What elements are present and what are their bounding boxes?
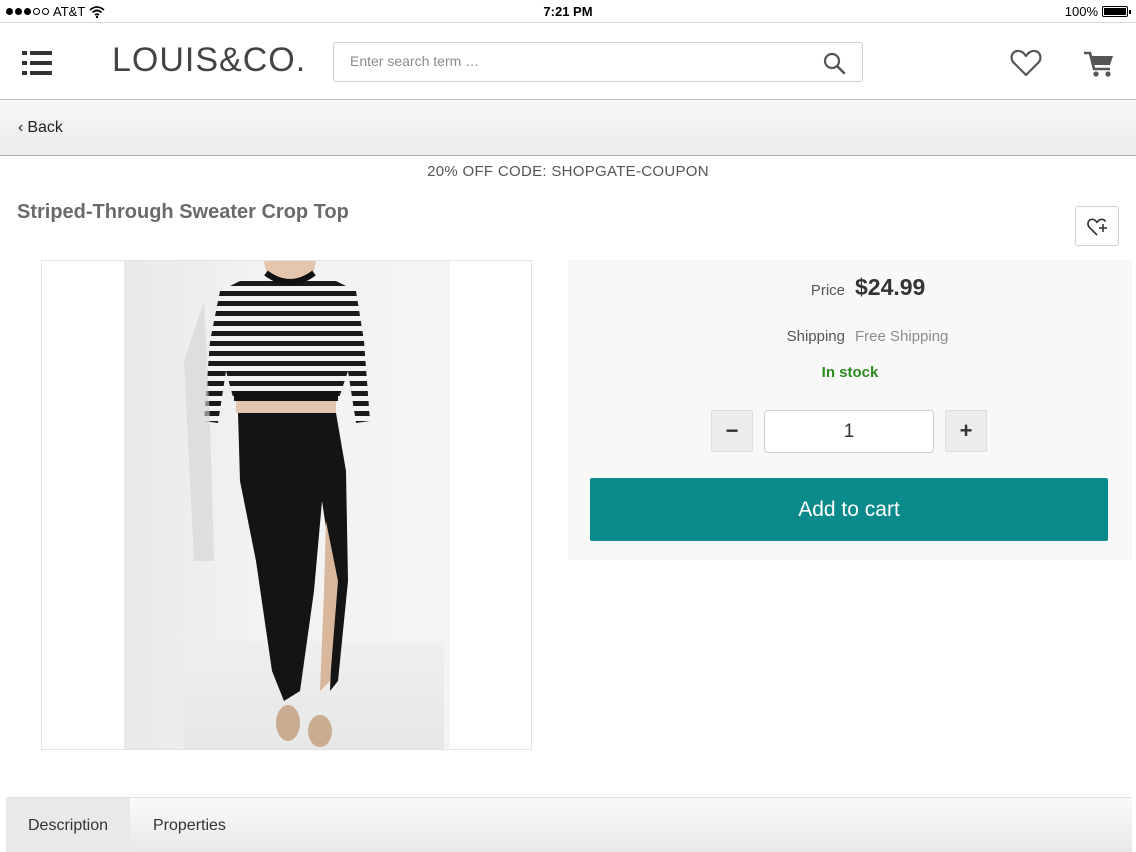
shipping-row: Shipping Free Shipping xyxy=(568,328,1132,345)
navigation-bar: ‹ Back xyxy=(0,100,1136,156)
back-button[interactable]: ‹ Back xyxy=(18,119,63,137)
add-to-cart-button[interactable]: Add to cart xyxy=(590,478,1108,541)
cart-icon[interactable] xyxy=(1082,49,1116,79)
product-photo xyxy=(124,261,450,749)
quantity-decrease-button[interactable]: − xyxy=(711,410,753,452)
chevron-left-icon: ‹ xyxy=(18,119,24,136)
product-image-frame[interactable] xyxy=(41,260,532,750)
search-box xyxy=(333,42,863,82)
wishlist-heart-icon[interactable] xyxy=(1010,49,1042,77)
search-icon[interactable] xyxy=(822,51,846,75)
price-row: Price $24.99 xyxy=(568,274,1132,301)
shipping-value: Free Shipping xyxy=(855,328,949,345)
add-to-wishlist-button[interactable] xyxy=(1075,206,1119,246)
clock: 7:21 PM xyxy=(543,4,593,19)
purchase-panel: Price $24.99 Shipping Free Shipping In s… xyxy=(568,260,1132,560)
price-value: $24.99 xyxy=(855,274,926,300)
heart-plus-icon xyxy=(1087,218,1107,236)
app-header: LOUIS&CO. xyxy=(0,22,1136,100)
model-illustration xyxy=(184,261,370,747)
coupon-banner: 20% OFF CODE: SHOPGATE-COUPON xyxy=(427,163,709,180)
search-input[interactable] xyxy=(350,53,810,69)
shipping-label: Shipping xyxy=(786,328,845,345)
stock-status: In stock xyxy=(821,364,879,381)
battery-percent: 100% xyxy=(1064,4,1098,19)
menu-icon[interactable] xyxy=(22,51,52,75)
tab-properties[interactable]: Properties xyxy=(131,798,248,852)
store-logo[interactable]: LOUIS&CO. xyxy=(112,41,306,80)
product-tabs: Description Properties xyxy=(6,797,1132,852)
battery-info: 100% xyxy=(1064,4,1131,19)
back-button-label: Back xyxy=(27,119,63,136)
status-bar: AT&T 7:21 PM 100% xyxy=(0,0,1136,22)
price-label: Price xyxy=(810,282,845,299)
quantity-increase-button[interactable]: + xyxy=(945,410,987,452)
tab-description[interactable]: Description xyxy=(6,798,130,852)
quantity-input[interactable] xyxy=(764,410,934,453)
battery-icon xyxy=(1102,6,1131,17)
product-title: Striped-Through Sweater Crop Top xyxy=(17,201,349,223)
